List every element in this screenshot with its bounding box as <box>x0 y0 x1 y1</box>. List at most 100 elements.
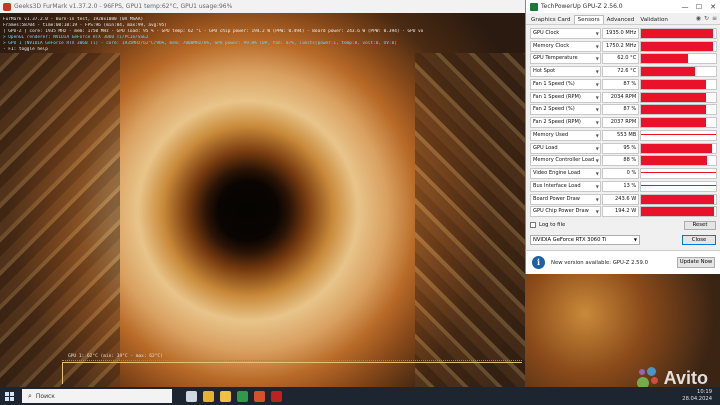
sensor-graph-fill <box>641 79 707 89</box>
gpu-select[interactable]: NVIDIA GeForce RTX 3060 Ti ▼ <box>530 235 640 245</box>
sensor-graph-fill <box>641 41 713 51</box>
sensor-row: Memory Controller Load ▼ 88 % <box>530 155 717 168</box>
chrome-icon[interactable] <box>203 390 214 402</box>
close-button[interactable]: Close <box>682 235 716 245</box>
gpuz-footer: Log to file Reset NVIDIA GeForce RTX 306… <box>530 220 718 245</box>
sensor-name-label: Fan 1 Speed (RPM) <box>533 93 581 100</box>
sensor-row: Bus Interface Load ▼ 13 % <box>530 180 717 193</box>
taskbar-search[interactable]: ⌕ Поиск <box>22 389 172 403</box>
sensor-graph <box>640 168 717 180</box>
tab-advanced[interactable]: Advanced <box>604 16 638 24</box>
sensor-graph <box>640 78 717 90</box>
sensor-graph-fill <box>641 54 688 64</box>
sensor-name[interactable]: Memory Used ▼ <box>530 129 601 141</box>
sensor-name[interactable]: Hot Spot ▼ <box>530 66 601 78</box>
recorder-icon[interactable] <box>271 390 282 402</box>
sensor-row: Fan 2 Speed (%) ▼ 87 % <box>530 104 717 117</box>
sensor-name[interactable]: Memory Controller Load ▼ <box>530 155 601 167</box>
sensor-name[interactable]: Memory Clock ▼ <box>530 40 601 52</box>
sensor-graph <box>640 155 717 167</box>
gpuz-title: TechPowerUp GPU-Z 2.56.0 <box>541 3 623 10</box>
log-to-file-label: Log to file <box>539 222 566 228</box>
sensor-name-label: Board Power Draw <box>533 195 580 202</box>
sensor-graph <box>640 66 717 78</box>
sensor-graph-fill <box>641 207 714 217</box>
furmark-taskbar-icon[interactable] <box>254 390 265 402</box>
sensor-name-label: Fan 2 Speed (RPM) <box>533 119 581 126</box>
minimize-button[interactable]: — <box>678 3 692 11</box>
sensor-name-label: Memory Controller Load <box>533 157 595 164</box>
tab-graphics-card[interactable]: Graphics Card <box>528 16 574 24</box>
sensor-name[interactable]: Fan 1 Speed (%) ▼ <box>530 78 601 90</box>
sensor-row: GPU Temperature ▼ 62.0 °C <box>530 53 717 66</box>
sensor-name[interactable]: GPU Load ▼ <box>530 142 601 154</box>
sensor-name[interactable]: Video Engine Load ▼ <box>530 168 601 180</box>
info-icon: i <box>532 256 545 269</box>
clock-time: 10:19 <box>697 389 712 395</box>
sensor-name[interactable]: Fan 2 Speed (%) ▼ <box>530 104 601 116</box>
overlay-line: - F1: toggle help <box>3 47 48 52</box>
sensor-name-label: Fan 1 Speed (%) <box>533 80 575 87</box>
avito-watermark: Avito <box>636 367 708 389</box>
gpuz-window[interactable]: TechPowerUp GPU-Z 2.56.0 — ☐ ✕ Graphics … <box>525 0 720 250</box>
system-clock[interactable]: 10:19 28.04.2024 <box>682 389 712 403</box>
tab-sensors[interactable]: Sensors <box>573 15 604 24</box>
sensor-row: Fan 1 Speed (%) ▼ 87 % <box>530 78 717 91</box>
sensor-value: 2037 RPM <box>601 117 640 129</box>
sensor-name-label: Bus Interface Load <box>533 182 581 189</box>
gpuz-titlebar[interactable]: TechPowerUp GPU-Z 2.56.0 — ☐ ✕ <box>526 0 720 13</box>
gpuz-tabs: Graphics Card Sensors Advanced Validation <box>526 13 720 25</box>
sensor-name-label: GPU Load <box>533 144 558 151</box>
sensor-graph-fill <box>641 143 713 153</box>
task-view-icon[interactable] <box>186 390 197 402</box>
refresh-icon[interactable]: ↻ <box>704 15 709 22</box>
fur-render-scene <box>0 13 525 387</box>
sensor-name[interactable]: GPU Temperature ▼ <box>530 53 601 65</box>
sensor-value: 87 % <box>601 104 640 116</box>
chevron-down-icon: ▼ <box>595 196 599 202</box>
sensor-graph <box>640 40 717 52</box>
camera-icon[interactable]: ◉ <box>696 15 701 22</box>
sensor-name[interactable]: Fan 1 Speed (RPM) ▼ <box>530 91 601 103</box>
chevron-down-icon: ▼ <box>595 30 599 36</box>
menu-icon[interactable]: ≡ <box>712 15 717 22</box>
chevron-down-icon: ▼ <box>633 237 637 242</box>
sensor-row: Hot Spot ▼ 72.6 °C <box>530 65 717 78</box>
chevron-down-icon: ▼ <box>595 43 599 49</box>
sensor-graph <box>640 206 717 218</box>
sensor-name-label: GPU Chip Power Draw <box>533 208 589 215</box>
sensor-name[interactable]: GPU Chip Power Draw ▼ <box>530 206 601 218</box>
sensor-name-label: Memory Used <box>533 131 569 138</box>
sensor-name[interactable]: Board Power Draw ▼ <box>530 193 601 205</box>
search-placeholder: Поиск <box>35 392 55 400</box>
chevron-down-icon: ▼ <box>595 171 599 177</box>
gpuz-taskbar-icon[interactable] <box>237 390 248 402</box>
file-explorer-icon[interactable] <box>220 390 231 402</box>
reset-button[interactable]: Reset <box>684 221 716 230</box>
sensor-graph <box>640 27 717 39</box>
sensor-value: 62.0 °C <box>601 53 640 65</box>
gpuz-logo-icon <box>530 2 538 11</box>
chevron-down-icon: ▼ <box>595 69 599 75</box>
chevron-down-icon: ▼ <box>595 94 599 100</box>
update-message: New version available: GPU-Z 2.59.0 <box>551 259 648 266</box>
sensor-value: 72.6 °C <box>601 66 640 78</box>
update-now-button[interactable]: Update Now <box>677 257 715 268</box>
furmark-window[interactable]: Geeks3D FurMark v1.37.2.0 - 96FPS, GPU1 … <box>0 0 525 387</box>
maximize-button[interactable]: ☐ <box>692 3 706 11</box>
close-window-button[interactable]: ✕ <box>706 3 720 11</box>
start-button[interactable] <box>0 387 18 405</box>
sensor-value: 553 MB <box>601 129 640 141</box>
sensor-name[interactable]: Bus Interface Load ▼ <box>530 180 601 192</box>
log-to-file-checkbox[interactable] <box>530 222 536 228</box>
sensor-name[interactable]: GPU Clock ▼ <box>530 27 601 39</box>
furmark-titlebar[interactable]: Geeks3D FurMark v1.37.2.0 - 96FPS, GPU1 … <box>0 0 525 13</box>
sensor-value: 2034 RPM <box>601 91 640 103</box>
sensor-value: 1750.2 MHz <box>601 40 640 52</box>
sensor-value: 13 % <box>601 180 640 192</box>
tab-validation[interactable]: Validation <box>637 16 671 24</box>
sensor-value: 0 % <box>601 168 640 180</box>
sensor-graph <box>640 104 717 116</box>
furmark-title: Geeks3D FurMark v1.37.2.0 - 96FPS, GPU1 … <box>14 3 233 10</box>
sensor-name[interactable]: Fan 2 Speed (RPM) ▼ <box>530 117 601 129</box>
